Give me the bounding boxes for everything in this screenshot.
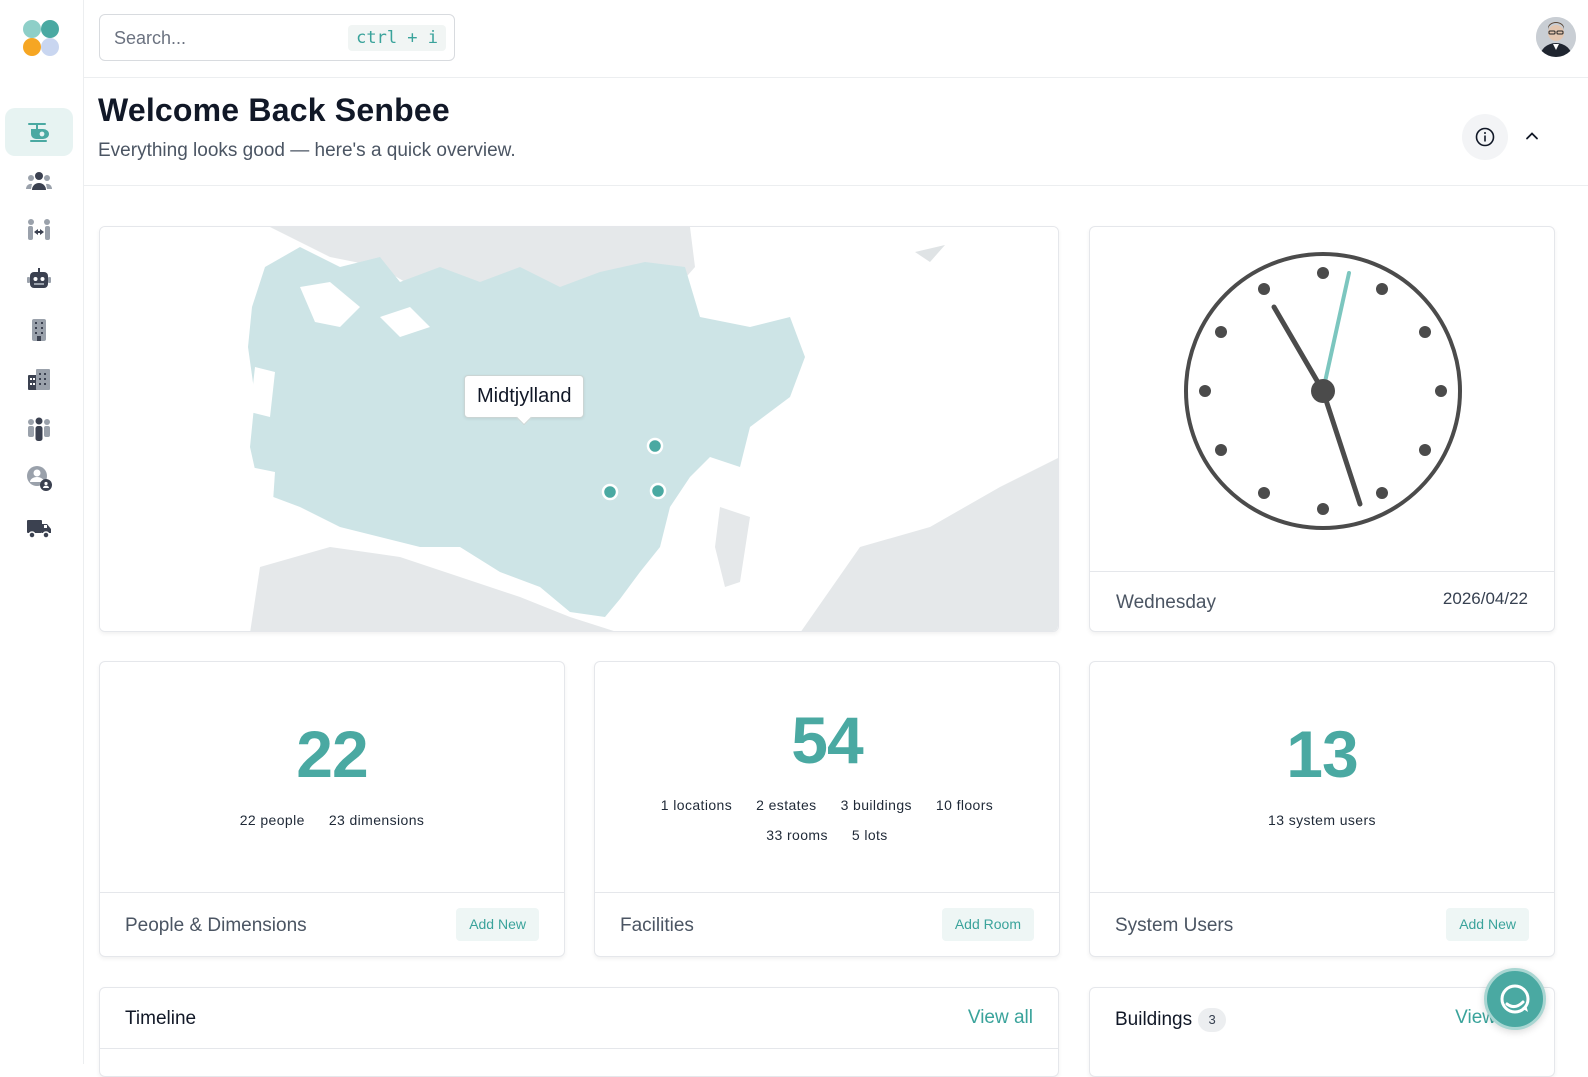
buildings-title: Buildings	[1115, 1009, 1193, 1031]
chat-bubble-icon	[1500, 984, 1530, 1014]
location-marker[interactable]	[601, 483, 619, 501]
facilities-card-title: Facilities	[620, 915, 694, 936]
people-card-footer: People & Dimensions Add New	[100, 892, 564, 956]
users-group-icon	[25, 172, 53, 190]
chevron-up-icon	[1526, 132, 1538, 140]
location-marker[interactable]	[646, 437, 664, 455]
facilities-details-row1: 1 locations 2 estates 3 buildings 10 flo…	[595, 797, 1059, 813]
location-marker[interactable]	[649, 482, 667, 500]
info-icon	[1475, 127, 1495, 147]
info-button[interactable]	[1462, 114, 1508, 160]
search-box[interactable]: ctrl + i	[99, 14, 455, 61]
people-detail: 22 people	[239, 812, 305, 828]
collapse-button[interactable]	[1518, 122, 1546, 150]
people-details: 22 people 23 dimensions	[100, 812, 564, 828]
facilities-card-footer: Facilities Add Room	[595, 892, 1059, 956]
avatar[interactable]	[1536, 17, 1576, 57]
system-users-card-footer: System Users Add New	[1090, 892, 1554, 956]
truck-icon	[27, 520, 51, 539]
rooms-detail: 33 rooms	[766, 827, 828, 843]
user-photo	[1536, 17, 1576, 57]
date-label: 2026/04/22	[1442, 589, 1528, 608]
sidebar-item-users[interactable]	[5, 405, 73, 453]
day-label: Wednesday	[1116, 592, 1216, 613]
sidebar-item-people[interactable]	[5, 158, 73, 206]
add-system-user-button[interactable]: Add New	[1446, 908, 1529, 941]
people-dimensions-card: 22 22 people 23 dimensions People & Dime…	[99, 661, 565, 957]
page-header: Welcome Back Senbee Everything looks goo…	[84, 78, 1588, 186]
system-users-count: 13	[1286, 717, 1358, 791]
region-map-card: Midtjylland	[99, 226, 1059, 632]
people-card-title: People & Dimensions	[125, 915, 307, 936]
analog-clock	[1184, 252, 1462, 530]
timeline-view-all-link[interactable]: View all	[968, 1007, 1033, 1029]
page-title: Welcome Back Senbee	[98, 92, 450, 128]
system-users-card-title: System Users	[1115, 915, 1234, 936]
facilities-count: 54	[791, 703, 863, 777]
sidebar-item-transfers[interactable]	[5, 207, 73, 255]
user-lock-icon	[27, 466, 52, 491]
clock-card: Wednesday 2026/04/22	[1089, 226, 1555, 632]
add-room-button[interactable]: Add Room	[941, 908, 1034, 941]
map-tooltip: Midtjylland	[464, 375, 585, 418]
search-input[interactable]	[114, 25, 354, 51]
people-arrows-icon	[28, 219, 50, 240]
floors-detail: 10 floors	[935, 797, 994, 813]
dimensions-detail: 23 dimensions	[328, 812, 425, 828]
region-map[interactable]	[100, 227, 1059, 632]
helicopter-icon	[28, 123, 49, 142]
building-icon	[32, 319, 46, 341]
app-logo[interactable]	[22, 19, 60, 57]
search-shortcut: ctrl + i	[348, 25, 446, 51]
system-users-card: 13 13 system users System Users Add New	[1089, 661, 1555, 957]
person-group-icon	[28, 417, 50, 441]
locations-detail: 1 locations	[660, 797, 733, 813]
chat-button[interactable]	[1484, 968, 1546, 1030]
lots-detail: 5 lots	[851, 827, 888, 843]
sidebar-item-user-admin[interactable]	[5, 454, 73, 502]
divider	[100, 1048, 1058, 1049]
buildings-detail: 3 buildings	[840, 797, 912, 813]
facilities-card: 54 1 locations 2 estates 3 buildings 10 …	[594, 661, 1060, 957]
clock-center	[1311, 379, 1335, 403]
estates-detail: 2 estates	[756, 797, 817, 813]
clock-footer: Wednesday 2026/04/22	[1090, 571, 1554, 631]
fjord	[250, 467, 275, 517]
people-count: 22	[296, 717, 368, 791]
buildings-title-group: Buildings 3	[1115, 1008, 1227, 1032]
system-users-detail: 13 system users	[1268, 812, 1376, 828]
city-icon	[28, 369, 50, 390]
sidebar-item-dashboard[interactable]	[5, 108, 73, 156]
system-users-details: 13 system users	[1090, 812, 1554, 828]
sidebar-item-city[interactable]	[5, 355, 73, 403]
facilities-details-row2: 33 rooms 5 lots	[595, 827, 1059, 843]
sidebar	[0, 0, 84, 1064]
sidebar-item-robots[interactable]	[5, 256, 73, 304]
timeline-title: Timeline	[125, 1008, 197, 1029]
topbar: ctrl + i	[84, 0, 1588, 78]
sidebar-item-shipping[interactable]	[5, 504, 73, 552]
add-person-button[interactable]: Add New	[456, 908, 539, 941]
page-subtitle: Everything looks good — here's a quick o…	[98, 140, 516, 161]
robot-icon	[27, 268, 51, 288]
sidebar-item-building[interactable]	[5, 306, 73, 354]
buildings-count-badge: 3	[1198, 1008, 1227, 1032]
